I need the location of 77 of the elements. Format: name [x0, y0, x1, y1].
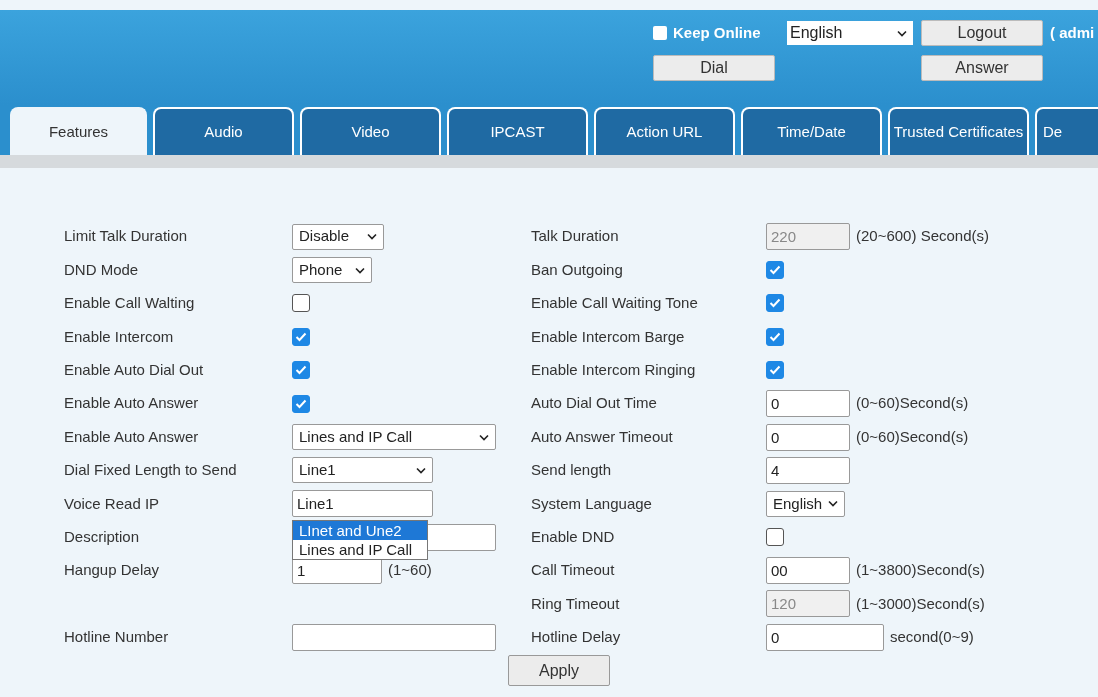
unit-hint: (1~60) — [388, 560, 432, 581]
field-label: Enable Intercom Ringing — [531, 360, 697, 380]
field-label: Hotline Number — [64, 627, 170, 648]
keep-online-label: Keep Online — [673, 22, 761, 43]
tab[interactable]: Action URL — [594, 107, 735, 155]
input-field[interactable]: Line1 — [292, 490, 433, 518]
dropdown[interactable]: Phone — [292, 257, 372, 284]
tab[interactable]: IPCAST — [447, 107, 588, 155]
field-label: Call Timeout — [531, 560, 616, 581]
caret-icon — [416, 466, 426, 474]
keep-online-checkbox[interactable] — [653, 26, 667, 40]
field-label: Dial Fixed Length to Send — [64, 460, 238, 481]
input-field[interactable]: 0 — [766, 423, 850, 451]
logout-button[interactable]: Logout — [921, 20, 1043, 46]
field-label: System Language — [531, 493, 653, 514]
unit-hint: (0~60)Second(s) — [856, 393, 969, 414]
dropdown[interactable]: Disable — [292, 223, 384, 250]
language-select[interactable]: English — [787, 21, 913, 45]
input-field[interactable]: 0 — [766, 623, 884, 651]
field-label: Ring Timeout — [531, 593, 621, 614]
unit-hint: (1~3000)Second(s) — [856, 593, 985, 614]
input-field[interactable]: 00 — [766, 557, 850, 585]
tab[interactable]: Trusted Certificates — [888, 107, 1029, 155]
field-label: Hotline Delay — [531, 627, 622, 648]
field-label: Auto Answer Timeout — [531, 426, 674, 447]
field-label: Enable DND — [531, 526, 616, 547]
caret-icon — [479, 433, 489, 441]
field-label: Enable Auto Answer — [64, 426, 200, 447]
checkbox[interactable] — [292, 361, 310, 380]
caret-icon — [828, 500, 839, 508]
unit-hint: (0~60)Second(s) — [856, 426, 969, 447]
answer-button[interactable]: Answer — [921, 55, 1043, 81]
checkbox[interactable] — [766, 261, 784, 280]
caret-icon — [367, 233, 377, 241]
dropdown-option[interactable]: Lines and IP Call — [293, 539, 427, 559]
field-label: Enable Call Walting — [64, 293, 196, 314]
checkbox[interactable] — [766, 528, 784, 547]
field-label: Enable Auto Answer — [64, 393, 200, 414]
unit-hint: (20~600) Second(s) — [856, 226, 989, 247]
field-label: Limit Talk Duration — [64, 226, 189, 247]
tab[interactable]: Time/Date — [741, 107, 882, 155]
caret-icon — [897, 29, 907, 37]
checkbox[interactable] — [766, 327, 784, 346]
apply-button[interactable]: Apply — [508, 655, 610, 687]
field-label: Enable Intercom Barge — [531, 326, 686, 347]
checkbox[interactable] — [292, 394, 310, 413]
field-label: Hangup Delay — [64, 560, 161, 581]
tab[interactable]: De — [1035, 107, 1098, 155]
checkbox[interactable] — [766, 294, 784, 313]
field-label: Description — [64, 526, 141, 547]
tab[interactable]: Audio — [153, 107, 294, 155]
field-label: Voice Read IP — [64, 493, 161, 514]
caret-icon — [355, 266, 365, 274]
checkbox[interactable] — [766, 361, 784, 380]
field-label: DND Mode — [64, 259, 140, 280]
dropdown[interactable]: Line1 — [292, 457, 433, 484]
field-label: Ban Outgoing — [531, 259, 624, 280]
dropdown[interactable]: English — [766, 490, 846, 517]
field-label: Talk Duration — [531, 226, 620, 247]
dropdown-option[interactable]: LInet and Une2 — [293, 520, 427, 540]
tab[interactable]: Features — [10, 107, 147, 155]
field-label: Enable Call Waiting Tone — [531, 293, 699, 314]
input-field[interactable]: 4 — [766, 456, 850, 484]
field-label: Auto Dial Out Time — [531, 393, 658, 414]
user-label: ( admi — [1050, 22, 1096, 43]
dropdown[interactable]: Lines and IP Call — [292, 424, 496, 451]
input-field[interactable]: 0 — [766, 390, 850, 418]
field-label: Enable Auto Dial Out — [64, 360, 205, 380]
tab[interactable]: Video — [300, 107, 441, 155]
unit-hint: second(0~9) — [890, 627, 974, 648]
field-label: Enable Intercom — [64, 326, 175, 347]
dial-button[interactable]: Dial — [653, 55, 775, 81]
field-label: Send length — [531, 460, 613, 481]
checkbox[interactable] — [292, 327, 310, 346]
unit-hint: (1~3800)Second(s) — [856, 560, 985, 581]
checkbox[interactable] — [292, 294, 310, 313]
input-field[interactable] — [292, 623, 496, 651]
